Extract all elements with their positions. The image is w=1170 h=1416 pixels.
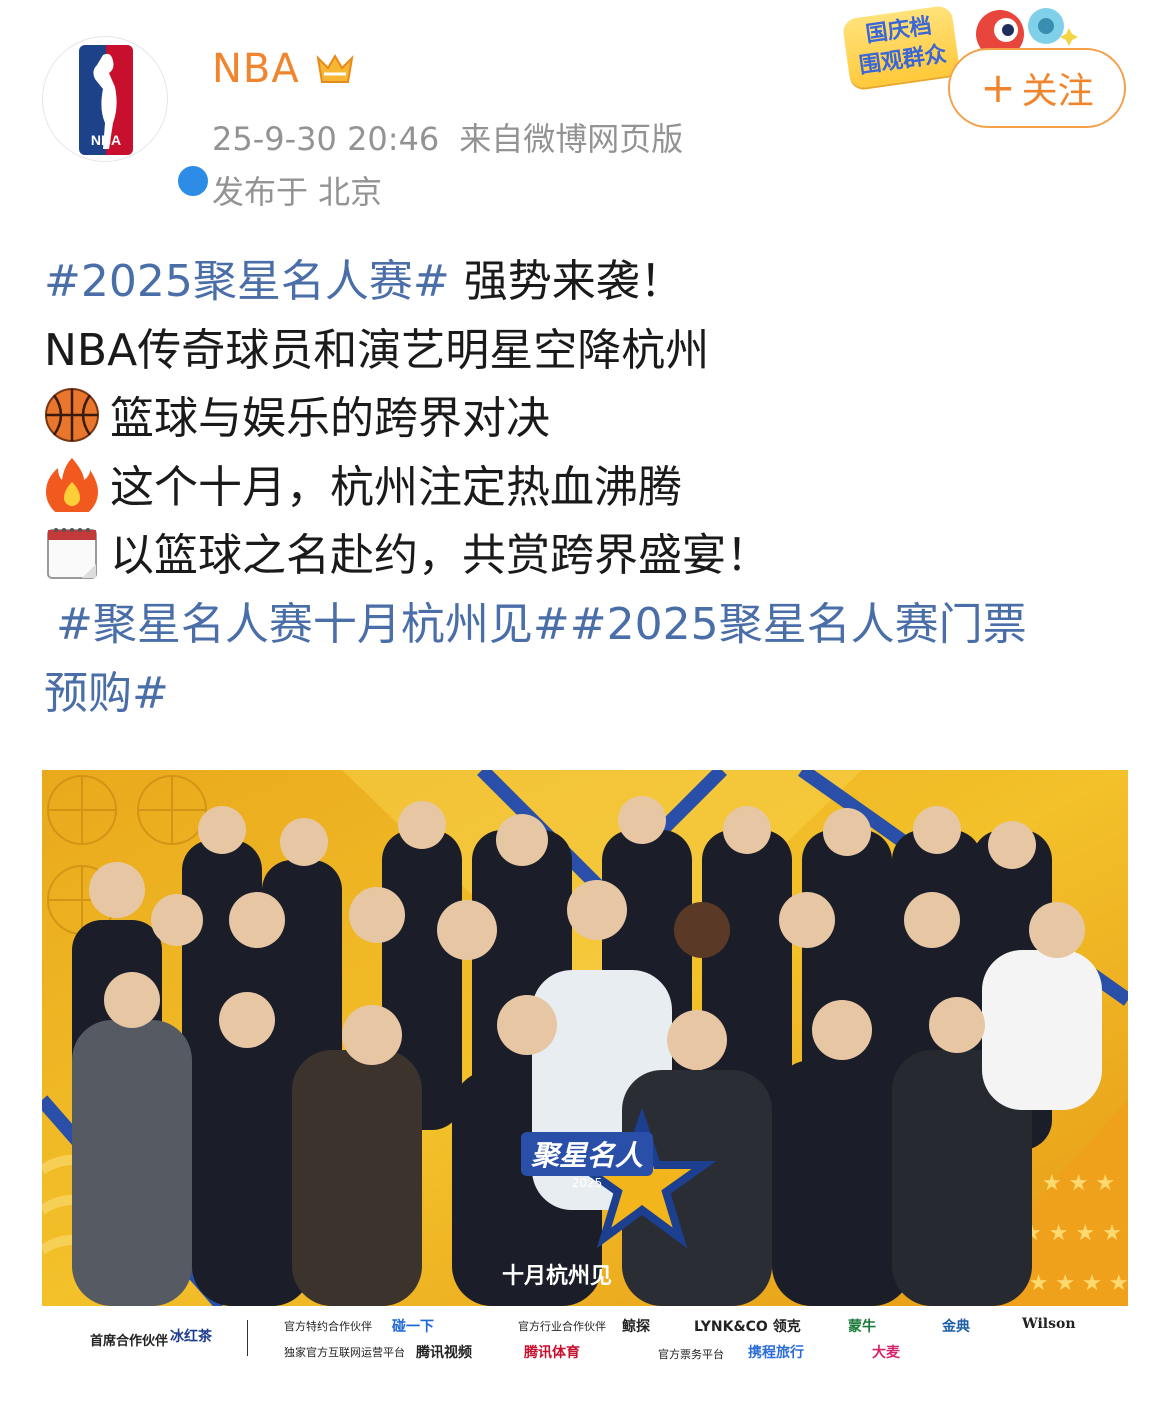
verified-check-icon — [175, 163, 234, 199]
sponsor-divider — [247, 1320, 248, 1356]
sponsor-bar: 首席合作伙伴 冰红茶 官方特约合作伙伴 碰一下 独家官方互联网运营平台 腾讯视频… — [42, 1306, 1128, 1370]
post-line-6: #聚星名人赛十月杭州见##2025聚星名人赛门票 — [44, 591, 1134, 660]
post-text: #2025聚星名人赛# 强势来袭！ NBA传奇球员和演艺明星空降杭州 篮球与娱乐… — [44, 248, 1134, 728]
follow-label: 关注 — [1021, 71, 1094, 112]
brand-jindian: 金典 — [942, 1319, 970, 1335]
post-line-7: 预购# — [44, 660, 1134, 729]
tencent-video-logo: 腾讯视频 — [416, 1345, 472, 1361]
brand-mengniu: 蒙牛 — [848, 1319, 876, 1335]
post-meta: 25-9-30 20:46 来自微博网页版 — [212, 114, 683, 160]
svg-text:★ ★ ★: ★ ★ ★ — [1042, 1171, 1115, 1196]
svg-text:NBA: NBA — [91, 132, 121, 148]
lead-partner-brand: 冰红茶 — [170, 1329, 212, 1345]
post-source: 来自微博网页版 — [459, 120, 684, 158]
tencent-sports-logo: 腾讯体育 — [524, 1345, 580, 1361]
post-line-4: 这个十月，杭州注定热血沸腾 — [44, 454, 1134, 523]
post-text-span: 以篮球之名赴约，共赏跨界盛宴！ — [110, 530, 770, 582]
brand-ctrip: 携程旅行 — [748, 1345, 804, 1361]
post-line-1: #2025聚星名人赛# 强势来袭！ — [44, 248, 1134, 317]
vip-crown-icon — [316, 54, 354, 83]
ticket-platform-label: 官方票务平台 — [658, 1348, 724, 1361]
avatar[interactable]: NBA — [42, 36, 234, 199]
basketball-icon — [45, 388, 99, 443]
brand-lynkco: LYNK&CO 领克 — [694, 1319, 801, 1335]
post-text-span: 篮球与娱乐的跨界对决 — [110, 393, 550, 445]
post-line-3: 篮球与娱乐的跨界对决 — [44, 385, 1134, 454]
official-partner-brand: 碰一下 — [392, 1319, 434, 1335]
lead-partner-label: 首席合作伙伴 — [90, 1334, 169, 1349]
poster-title: 聚星名人 2025 — [472, 1132, 702, 1190]
official-partner-label: 官方特约合作伙伴 — [284, 1320, 372, 1333]
svg-text:★ ★ ★ ★: ★ ★ ★ ★ — [1022, 1221, 1122, 1246]
industry-partner-label: 官方行业合作伙伴 — [518, 1320, 606, 1333]
poster-year: 2025 — [571, 1176, 603, 1190]
plus-icon: + — [980, 63, 1016, 112]
hashtag-link[interactable]: #2025聚星名人赛门票 — [570, 599, 1027, 650]
hashtag-link[interactable]: #2025聚星名人赛# — [44, 256, 450, 307]
brand-damai: 大麦 — [872, 1345, 900, 1361]
hashtag-link[interactable]: #聚星名人赛十月杭州见# — [56, 599, 570, 650]
timestamp[interactable]: 25-9-30 20:46 — [212, 120, 439, 158]
fire-icon — [46, 457, 98, 512]
internet-platform-label: 独家官方互联网运营平台 — [284, 1346, 405, 1359]
post-header: NBA NBA 25-9-30 20:46 来自微博网页版 发布于 北京 国庆档 … — [0, 0, 1170, 230]
account-name[interactable]: NBA — [212, 46, 300, 92]
nba-logo-icon: NBA — [79, 45, 133, 155]
post-line-2: NBA传奇球员和演艺明星空降杭州 — [44, 324, 710, 376]
hashtag-link[interactable]: 预购# — [44, 668, 169, 719]
brand-jingtan: 鲸探 — [622, 1319, 650, 1335]
post-location: 发布于 北京 — [212, 173, 383, 211]
festival-badge-label: 国庆档 围观群众 — [841, 4, 961, 90]
poster-title-text: 聚星名人 — [520, 1132, 653, 1176]
post-line-5: 以篮球之名赴约，共赏跨界盛宴！ — [44, 522, 1134, 591]
poster-artwork: ★ ★ ★ ★ ★ ★ ★ ★ ★ ★ ★ ★ — [42, 770, 1128, 1306]
brand-wilson: Wilson — [1022, 1316, 1076, 1332]
poster-date: 十月杭州见 — [501, 1264, 612, 1289]
post-image[interactable]: ★ ★ ★ ★ ★ ★ ★ ★ ★ ★ ★ ★ 聚星名人 2025 十月杭州见 … — [42, 770, 1128, 1370]
post-text-span: 这个十月，杭州注定热血沸腾 — [110, 461, 682, 513]
follow-button[interactable]: + 关注 — [948, 48, 1126, 128]
calendar-icon — [47, 528, 97, 580]
post-text-span: 强势来袭！ — [449, 256, 684, 307]
